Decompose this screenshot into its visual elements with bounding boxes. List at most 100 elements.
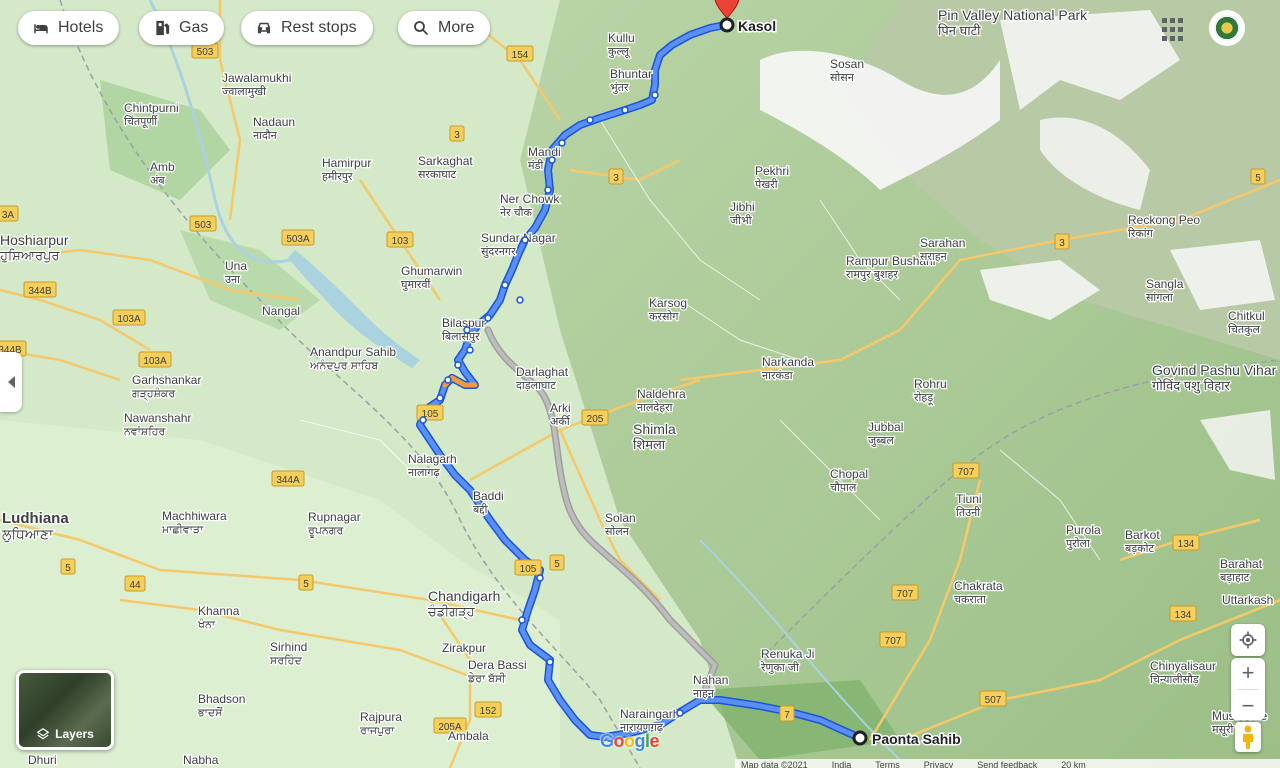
avatar-emblem-icon [1214,15,1240,41]
place-label[interactable]: Chopal [829,466,870,483]
account-avatar[interactable] [1211,12,1243,44]
place-label[interactable]: Bhuntar [609,66,654,83]
place-label[interactable]: Chakrata [953,578,1005,595]
zoom-out-button[interactable]: − [1242,693,1255,719]
place-label[interactable]: Anandpur Sahib [309,344,398,361]
route-waypoint [586,116,594,124]
place-label[interactable]: Chintpurni [123,100,180,117]
place-label[interactable]: Hoshiarpur [0,231,70,250]
place-label[interactable]: Nangal [261,303,302,320]
place-label[interactable]: Sirhind [269,639,309,656]
place-label[interactable]: Jawalamukhi [221,70,293,87]
place-label[interactable]: Arki [549,400,572,417]
place-label[interactable]: Sangla [1145,276,1185,293]
hotels-chip[interactable]: Hotels [18,11,120,45]
place-label[interactable]: Ambala [447,728,491,745]
place-label[interactable]: Naldehra [636,386,688,403]
place-label[interactable]: Jubbal [867,419,905,436]
place-label[interactable]: Pin Valley National Park [937,6,1090,25]
place-label[interactable]: Chandigarh [427,587,502,606]
more-chip[interactable]: More [398,11,491,45]
place-label[interactable]: Renuka Ji [760,646,816,663]
place-label[interactable]: Reckong Peo [1127,212,1202,229]
place-label[interactable]: Ludhiana [1,509,71,529]
map-footer: Map data ©2021 India Terms Privacy Send … [735,759,1280,768]
place-label[interactable]: Bhadson [197,691,247,708]
place-label[interactable]: Jibhi [729,199,756,216]
place-label[interactable]: Hamirpur [321,155,373,172]
street-view-button[interactable] [1235,722,1261,752]
collapse-panel-button[interactable] [0,352,22,412]
place-label-local: हमीरपुर [322,170,353,183]
layers-button[interactable]: Layers [16,670,114,750]
place-label-local: उना [225,274,240,286]
zoom-in-button[interactable]: + [1242,660,1255,686]
place-label[interactable]: Ner Chowk [499,191,562,208]
place-label[interactable]: Garhshankar [131,372,203,389]
road-shield-label: 44 [129,580,141,591]
place-label[interactable]: Nadaun [252,114,297,131]
privacy-link[interactable]: Privacy [924,759,954,768]
scale-bar[interactable]: 20 km [1061,759,1086,768]
my-location-button[interactable] [1231,624,1265,656]
place-label[interactable]: Nabha [182,752,220,768]
place-label[interactable]: Chinyalisaur [1149,658,1218,675]
rest-stops-chip[interactable]: Rest stops [241,11,373,45]
google-logo: Google [600,731,660,751]
place-label[interactable]: Nalagarh [407,451,458,468]
place-label[interactable]: Pekhri [754,163,791,180]
place-label[interactable]: Chitkul [1227,308,1266,325]
road-shield-label: 707 [958,467,975,478]
place-label[interactable]: Mandi [527,144,562,161]
road-shield-label: 3A [2,210,15,221]
place-label[interactable]: Shimla [632,420,678,439]
place-label[interactable]: Sundar Nagar [480,230,557,247]
place-label[interactable]: Narkanda [761,354,816,371]
place-label[interactable]: Rajpura [359,709,404,726]
place-label[interactable]: Karsog [648,295,689,312]
place-label[interactable]: Rohru [913,376,948,393]
place-label[interactable]: Tiuni [955,491,983,508]
road-shield: 507 [979,690,1007,707]
place-label[interactable]: Dhuri [27,752,58,768]
place-label[interactable]: Barahat [1219,556,1264,573]
place-label[interactable]: Sosan [829,56,866,73]
road-shield-label: 103 [392,236,409,247]
place-label[interactable]: Nawanshahr [123,410,193,427]
place-label[interactable]: Una [224,258,249,275]
route-waypoint [436,394,444,402]
place-label[interactable]: Solan [604,510,637,527]
place-label[interactable]: Zirakpur [441,640,488,657]
place-label[interactable]: Amb [149,159,177,176]
place-label[interactable]: Bilaspur [441,315,487,332]
terms-link[interactable]: Terms [875,759,900,768]
apps-grid-icon[interactable] [1160,16,1188,44]
place-label[interactable]: Naraingarh [619,706,681,723]
place-label[interactable]: Darlaghat [515,364,570,381]
place-label[interactable]: Nahan [692,672,730,689]
place-label[interactable]: Barkot [1124,527,1162,544]
place-label-local: अंब [150,174,165,187]
place-label[interactable]: Sarkaghat [417,153,475,170]
place-label[interactable]: Rupnagar [307,509,362,526]
hotels-chip-label: Hotels [58,19,104,36]
place-label[interactable]: Sarahan [919,235,967,252]
road-shield-label: 503 [197,47,214,58]
place-label[interactable]: Kullu [607,30,636,47]
place-label[interactable]: Govind Pashu Vihar National Park & Sanct… [1151,361,1280,380]
send-feedback-link[interactable]: Send feedback [977,759,1037,768]
map-canvas[interactable]: 503 15433503503A 103 3344B103A344B103A105 20… [0,0,1280,768]
place-label[interactable]: Uttarkash [1221,592,1275,609]
place-label[interactable]: Dera Bassi [467,657,528,674]
place-label[interactable]: Machhiwara [161,508,229,525]
road-shield: 5 [1250,168,1266,185]
region-link[interactable]: India [832,759,852,768]
road-shield: 3 [608,168,624,185]
road-shield: 707 [879,631,907,648]
place-label[interactable]: Khanna [197,603,241,620]
place-label[interactable]: Baddi [472,488,505,505]
layers-icon [36,728,50,740]
place-label[interactable]: Ghumarwin [400,263,464,280]
gas-chip[interactable]: Gas [139,11,225,45]
place-label[interactable]: Purola [1065,522,1103,539]
